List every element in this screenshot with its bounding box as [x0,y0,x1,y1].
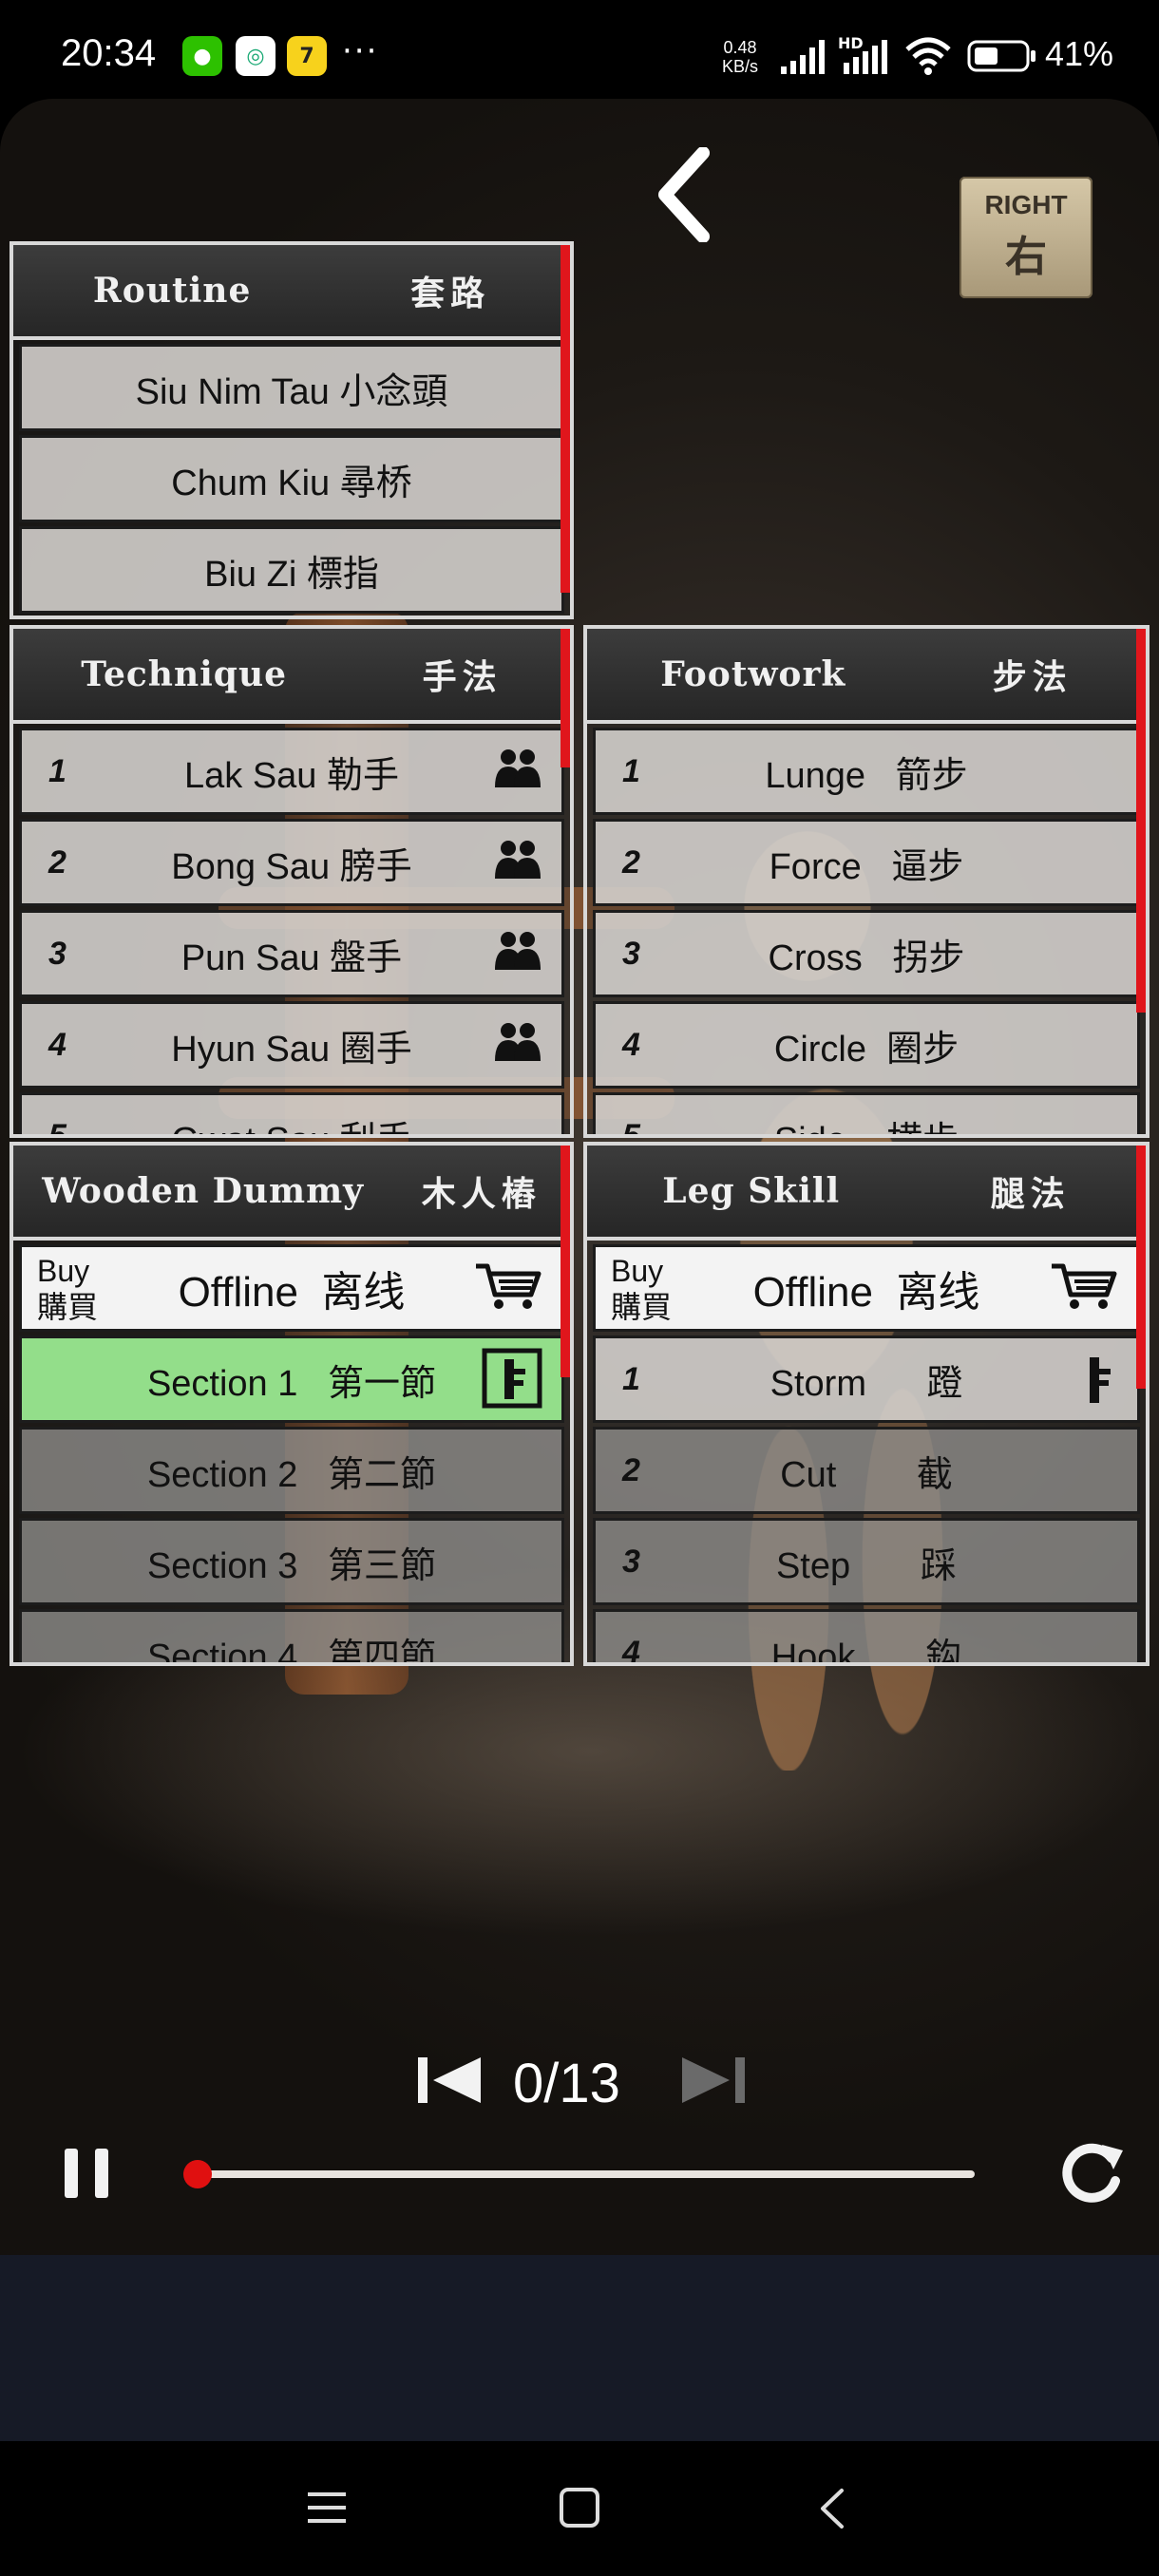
wooden-dummy-title-en: Wooden Dummy [42,1171,365,1211]
wooden-dummy-section-item[interactable]: Section 2 第二節 [19,1427,564,1514]
footwork-title-en: Footwork [660,654,846,694]
routine-item[interactable]: Biu Zi 標指 [19,526,564,614]
buy-offline-button[interactable]: Buy 購買 Offline 离线 [593,1244,1140,1332]
technique-header: Technique 手法 [13,629,570,724]
technique-panel: Technique 手法 1 Lak Sau 勒手 2 Bong Sau 膀手 … [10,625,574,1138]
wechat-icon: ● [182,36,222,76]
cart-icon [476,1263,542,1309]
cart-icon [1052,1263,1117,1309]
buy-offline-button[interactable]: Buy 購買 Offline 离线 [19,1244,564,1332]
leg-skill-header: Leg Skill 腿法 [587,1146,1146,1241]
routine-item[interactable]: Siu Nim Tau 小念頭 [19,344,564,431]
menu-icon[interactable] [306,2489,348,2527]
status-time: 20:34 [61,32,157,74]
leg-skill-item[interactable]: 4 Hook 鈎 [593,1609,1140,1662]
app-icon-green: ◎ [236,36,276,76]
leg-skill-title-en: Leg Skill [662,1171,841,1211]
wooden-dummy-title-zh: 木人樁 [421,1174,542,1214]
wooden-dummy-header: Wooden Dummy 木人樁 [13,1146,570,1241]
leg-skill-item[interactable]: 2 Cut 截 [593,1427,1140,1514]
net-speed: 0.48 KB/s [722,38,759,76]
wooden-dummy-section-item[interactable]: Section 3 第三節 [19,1518,564,1605]
right-button-label-zh: 右 [1005,233,1047,281]
footwork-item[interactable]: 2 Force 逼步 [593,819,1140,906]
technique-scrollbar[interactable] [560,629,570,767]
home-icon[interactable] [559,2487,600,2529]
right-button-label-en: RIGHT [984,190,1068,219]
buy-label: Buy 購買 [37,1254,99,1324]
system-navigation-bar [0,2441,1159,2576]
progress-bar[interactable] [190,2170,975,2178]
technique-item[interactable]: 4 Hyun Sau 圈手 [19,1001,564,1089]
routine-title-zh: 套路 [410,274,491,313]
bottom-band [0,2255,1159,2441]
footwork-item[interactable]: 3 Cross 拐步 [593,910,1140,997]
partner-drill-icon [495,932,541,970]
partner-drill-icon [495,1023,541,1061]
leg-skill-item[interactable]: 1 Storm 蹬 [593,1335,1140,1423]
leg-skill-item[interactable]: 3 Step 踩 [593,1518,1140,1605]
technique-item[interactable]: 1 Lak Sau 勒手 [19,728,564,815]
battery-icon [967,40,1036,72]
more-notifications-icon: ··· [342,32,379,70]
footwork-scrollbar[interactable] [1136,629,1146,1013]
partner-drill-icon [495,841,541,879]
step-counter: 0/13 [513,2053,620,2114]
wooden-dummy-panel: Wooden Dummy 木人樁 Buy 購買 Offline 离线 Sectio… [10,1142,574,1666]
battery-percent: 41% [1045,34,1114,73]
dummy-form-icon [482,1348,542,1409]
leg-skill-scrollbar[interactable] [1136,1146,1146,1389]
back-nav-icon[interactable] [815,2487,849,2530]
technique-item[interactable]: 3 Pun Sau 盤手 [19,910,564,997]
wooden-dummy-section-item[interactable]: Section 1 第一節 [19,1335,564,1423]
routine-title-en: Routine [92,271,252,311]
routine-panel: Routine 套路 Siu Nim Tau 小念頭 Chum Kiu 尋桥 B… [10,241,574,619]
routine-scrollbar[interactable] [560,245,570,593]
technique-item[interactable]: 2 Bong Sau 膀手 [19,819,564,906]
wifi-icon [905,37,951,75]
routine-header: Routine 套路 [13,245,570,340]
technique-title-zh: 手法 [422,657,503,697]
technique-title-en: Technique [81,654,288,694]
leg-skill-title-zh: 腿法 [990,1174,1071,1214]
chevron-left-icon [658,147,710,242]
technique-item[interactable]: 5 Gwat Sau 刮手 [19,1092,564,1134]
signal-icon [781,40,825,74]
footwork-title-zh: 步法 [992,657,1073,697]
signal-icon-2 [844,40,887,74]
wooden-dummy-scrollbar[interactable] [560,1146,570,1377]
partner-drill-icon [495,749,541,787]
routine-item[interactable]: Chum Kiu 尋桥 [19,435,564,522]
previous-step-icon[interactable] [414,2052,486,2109]
pause-icon[interactable] [59,2145,116,2202]
app-icon-yellow: 7 [287,36,327,76]
status-bar: 20:34 ● ◎ 7 ··· 0.48 KB/s HD 41% [0,0,1159,104]
footwork-item[interactable]: 1 Lunge 箭步 [593,728,1140,815]
wooden-dummy-section-item[interactable]: Section 4 第四節 [19,1609,564,1662]
footwork-header: Footwork 步法 [587,629,1146,724]
next-step-icon[interactable] [676,2052,749,2109]
leg-skill-panel: Leg Skill 腿法 Buy 購買 Offline 离线 1 Storm 蹬 … [583,1142,1150,1666]
back-button[interactable] [646,142,722,247]
replay-icon[interactable] [1054,2137,1127,2209]
footwork-item[interactable]: 5Side 横步 [593,1092,1140,1134]
buy-label: Buy 購買 [611,1254,673,1324]
right-side-toggle-button[interactable]: RIGHT 右 [960,177,1092,298]
dummy-form-icon [1090,1357,1111,1403]
footwork-panel: Footwork 步法 1 Lunge 箭步 2 Force 逼步 3 Cross 拐… [583,625,1150,1138]
progress-knob[interactable] [183,2160,212,2188]
footwork-item[interactable]: 4 Circle 圈步 [593,1001,1140,1089]
